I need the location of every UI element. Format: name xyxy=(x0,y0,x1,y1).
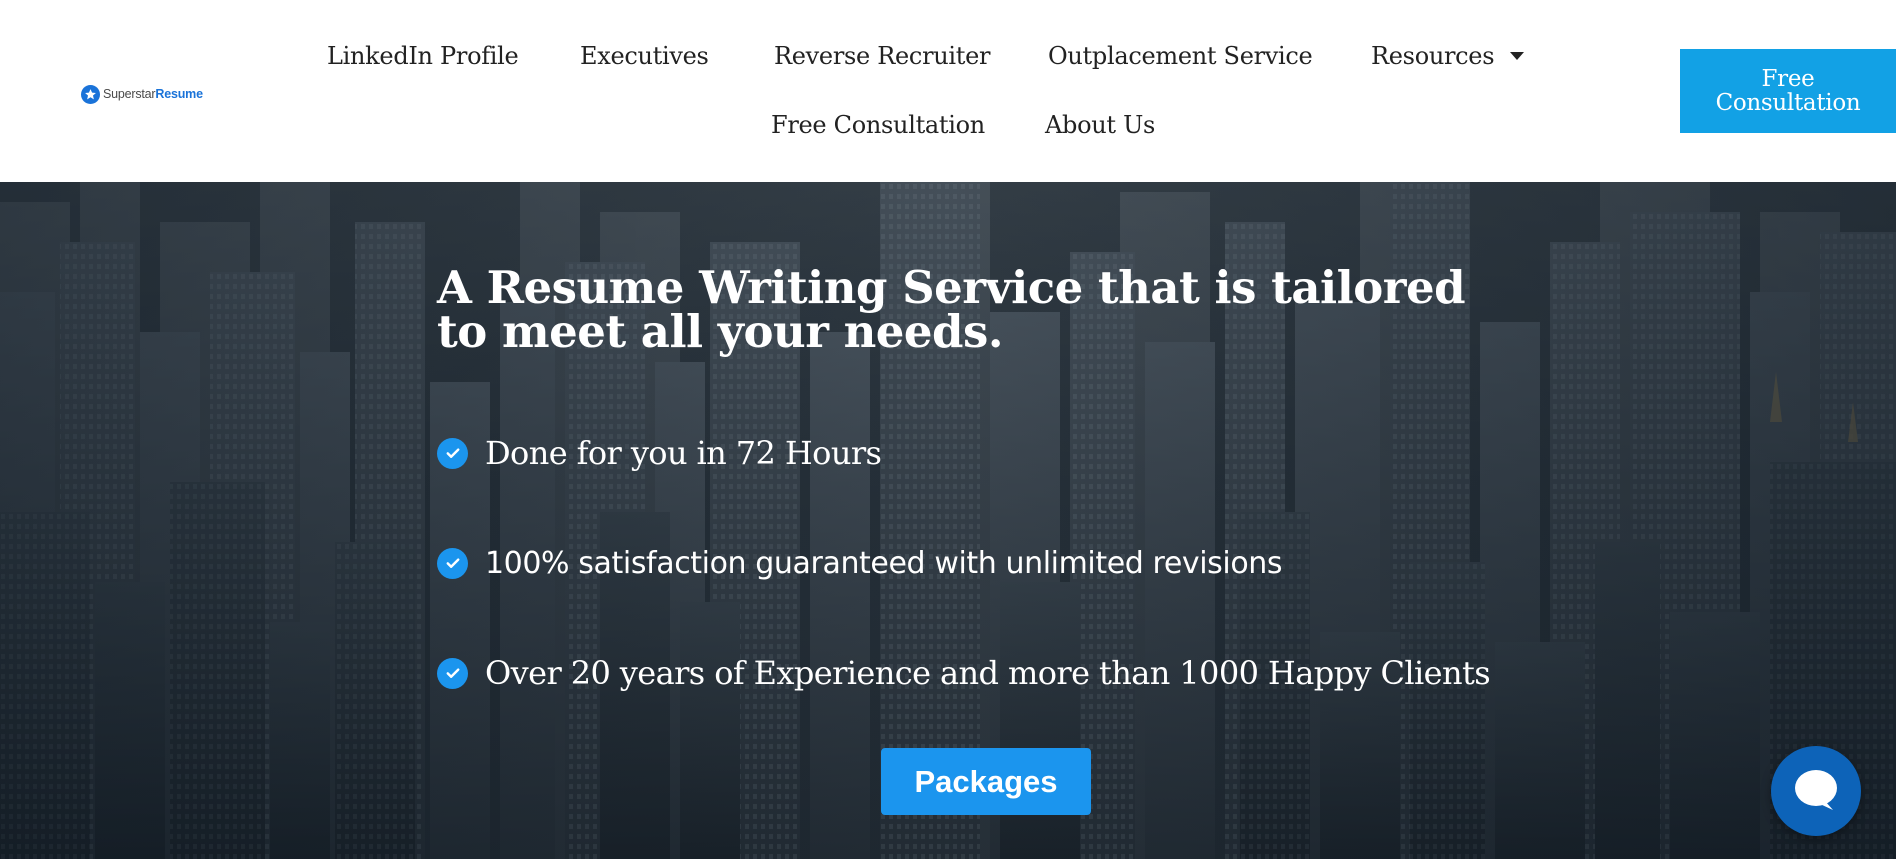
logo-text: SuperstarResume xyxy=(103,87,203,101)
nav-resources[interactable]: Resources xyxy=(1371,41,1525,71)
cta-line-1: Free xyxy=(1761,66,1815,92)
nav-free-consultation[interactable]: Free Consultation xyxy=(771,110,985,140)
feature-text: 100% satisfaction guaranteed with unlimi… xyxy=(485,545,1283,581)
nav-outplacement-service[interactable]: Outplacement Service xyxy=(1048,41,1313,71)
chevron-down-icon xyxy=(1510,51,1525,60)
logo[interactable]: SuperstarResume xyxy=(81,83,203,105)
nav-executives[interactable]: Executives xyxy=(580,41,709,71)
nav-about-us[interactable]: About Us xyxy=(1045,110,1155,140)
hero-title: A Resume Writing Service that is tailore… xyxy=(437,261,1466,358)
nav-linkedin-profile[interactable]: LinkedIn Profile xyxy=(327,41,519,71)
feature-item: 100% satisfaction guaranteed with unlimi… xyxy=(437,543,1283,583)
check-circle-icon xyxy=(437,437,468,469)
cta-line-2: Consultation xyxy=(1715,90,1861,116)
check-circle-icon xyxy=(437,547,468,579)
nav-resources-label: Resources xyxy=(1371,42,1495,70)
chat-bubble-icon xyxy=(1795,770,1837,810)
site-header: SuperstarResume LinkedIn Profile Executi… xyxy=(0,0,1896,182)
check-circle-icon xyxy=(437,657,468,689)
chat-widget-button[interactable] xyxy=(1771,746,1861,836)
feature-item: Done for you in 72 Hours xyxy=(437,433,882,473)
free-consultation-button[interactable]: Free Consultation xyxy=(1680,49,1896,133)
star-icon xyxy=(81,84,100,104)
packages-button[interactable]: Packages xyxy=(881,748,1091,815)
nav-reverse-recruiter[interactable]: Reverse Recruiter xyxy=(774,41,991,71)
feature-text: Over 20 years of Experience and more tha… xyxy=(485,654,1491,692)
feature-item: Over 20 years of Experience and more tha… xyxy=(437,653,1491,693)
feature-text: Done for you in 72 Hours xyxy=(485,434,882,472)
